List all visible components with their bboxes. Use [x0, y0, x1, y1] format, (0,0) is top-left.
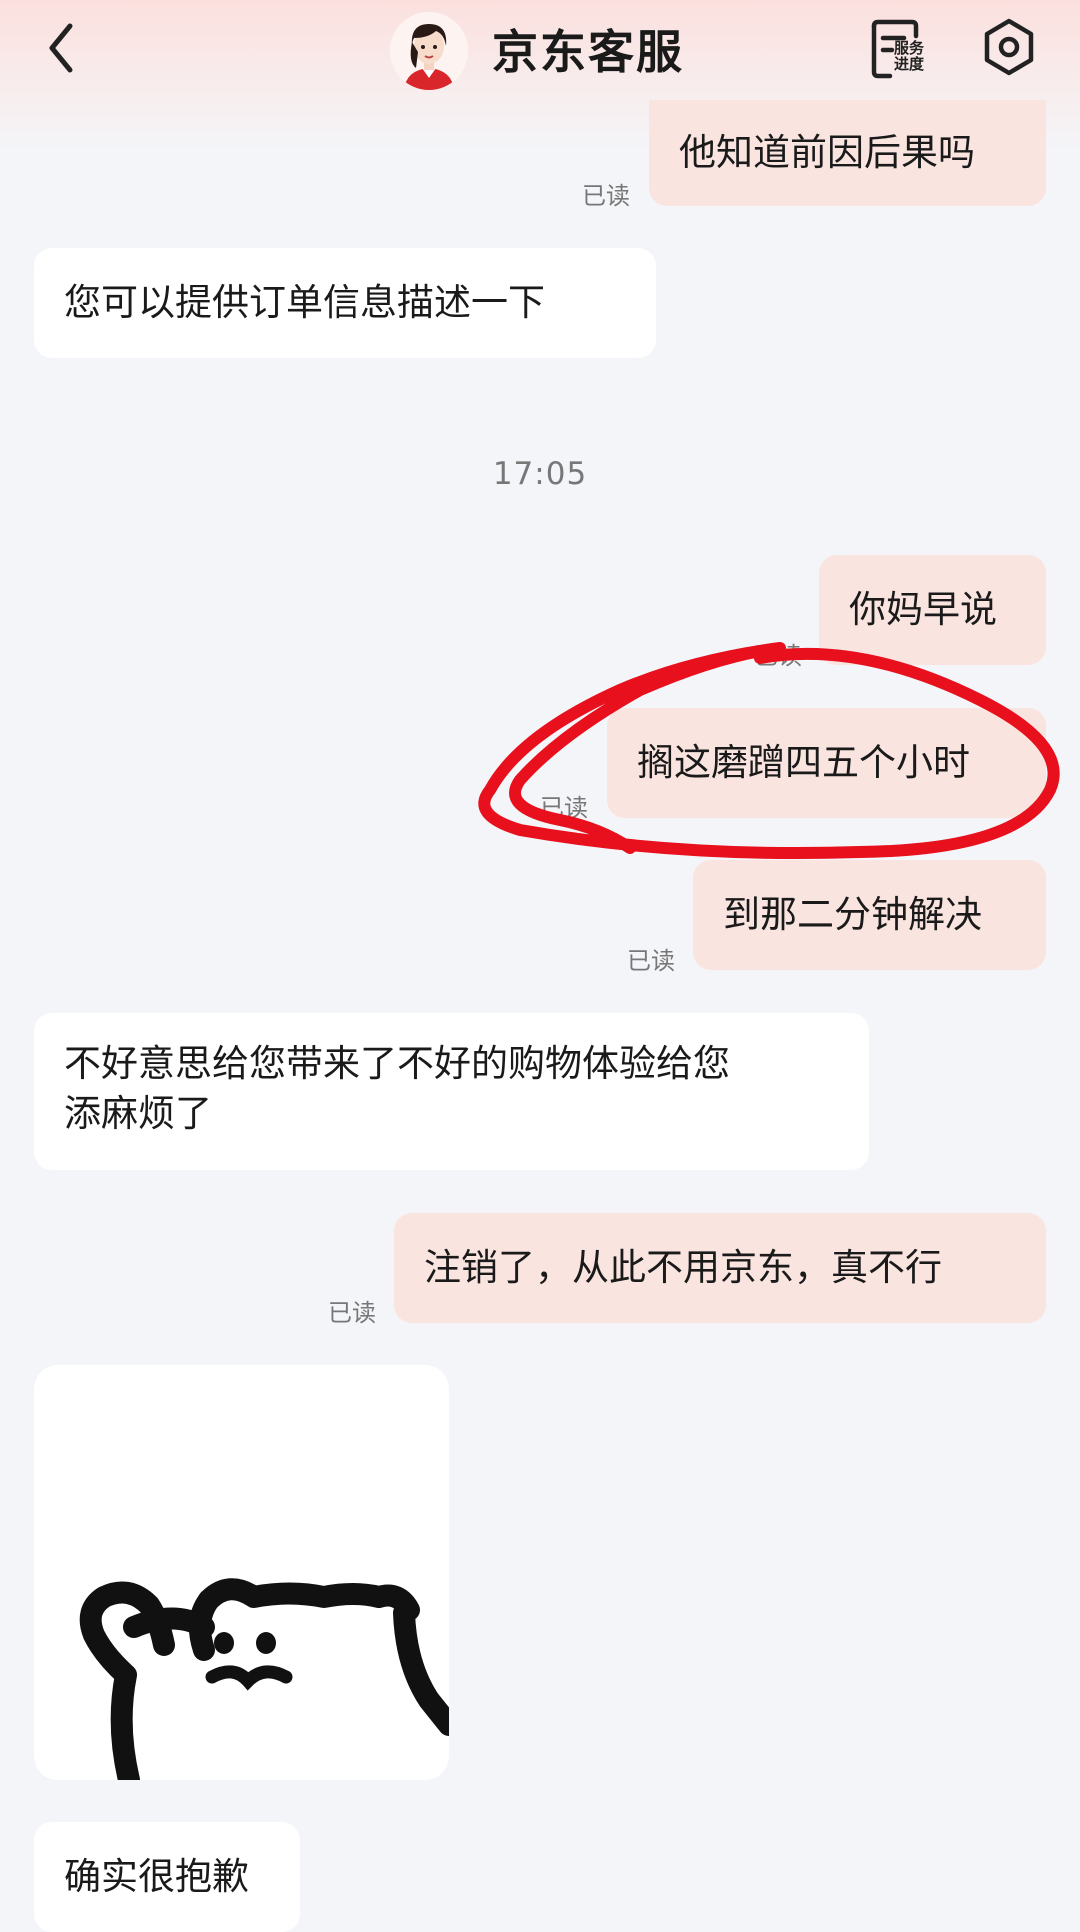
- my-message-bubble[interactable]: 注销了，从此不用京东，真不行: [394, 1213, 1046, 1323]
- chat-header: 京东客服 服务 进度: [0, 0, 1080, 100]
- read-status: 已读: [582, 182, 630, 210]
- cat-sticker-drawing: [79, 1578, 449, 1780]
- message-text: 到那二分钟解决: [723, 893, 982, 936]
- read-status: 已读: [754, 642, 802, 670]
- message-text-line: 添麻烦了: [64, 1092, 212, 1135]
- message-text: 注销了，从此不用京东，真不行: [424, 1246, 942, 1289]
- message-text: 他知道前因后果吗: [679, 131, 975, 174]
- message-text: 您可以提供订单信息描述一下: [64, 281, 545, 324]
- settings-icon[interactable]: [980, 16, 1038, 78]
- agent-message-bubble[interactable]: 您可以提供订单信息描述一下: [34, 248, 656, 358]
- back-chevron-icon[interactable]: [40, 18, 90, 78]
- read-status: 已读: [627, 947, 675, 975]
- service-progress-label: 服务 进度: [894, 39, 925, 73]
- message-text-line: 不好意思给您带来了不好的购物体验给您: [64, 1042, 730, 1085]
- chat-title: 京东客服: [492, 25, 684, 79]
- agent-avatar[interactable]: [390, 12, 468, 90]
- agent-message-bubble[interactable]: 不好意思给您带来了不好的购物体验给您 添麻烦了: [34, 1013, 869, 1170]
- message-text: 你妈早说: [849, 588, 997, 631]
- read-status: 已读: [540, 794, 588, 822]
- my-message-bubble[interactable]: 搁这磨蹭四五个小时: [607, 708, 1046, 818]
- sticker-image[interactable]: [34, 1365, 449, 1780]
- my-message-bubble[interactable]: 他知道前因后果吗: [649, 100, 1046, 206]
- message-text: 搁这磨蹭四五个小时: [637, 741, 970, 784]
- my-message-bubble[interactable]: 你妈早说: [819, 555, 1046, 665]
- my-message-bubble[interactable]: 到那二分钟解决: [693, 860, 1046, 970]
- service-progress-button[interactable]: 服务 进度: [868, 18, 948, 80]
- read-status: 已读: [328, 1299, 376, 1327]
- timestamp: 17:05: [492, 456, 588, 492]
- agent-message-bubble[interactable]: 确实很抱歉: [34, 1822, 300, 1932]
- message-text: 确实很抱歉: [64, 1855, 249, 1898]
